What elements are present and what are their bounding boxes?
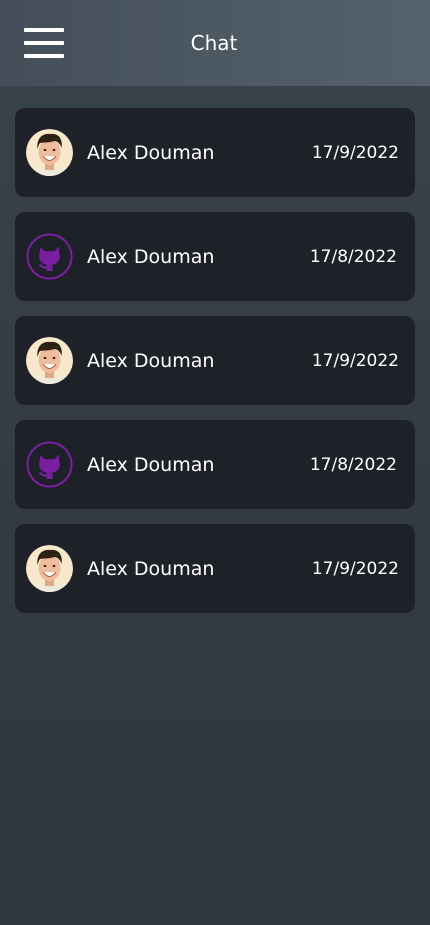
chat-contact-name: Alex Douman bbox=[87, 558, 215, 580]
chat-list-item[interactable]: Alex Douman 17/9/2022 bbox=[15, 524, 415, 613]
person-photo-avatar bbox=[26, 337, 73, 384]
chat-contact-name: Alex Douman bbox=[87, 142, 215, 164]
chat-list-item[interactable]: Alex Douman 17/9/2022 bbox=[15, 108, 415, 197]
chat-contact-name: Alex Douman bbox=[87, 246, 215, 268]
chat-list-item[interactable]: Alex Douman 17/8/2022 bbox=[15, 212, 415, 301]
chat-contact-name: Alex Douman bbox=[87, 350, 215, 372]
github-octocat-icon bbox=[26, 441, 73, 488]
person-photo-avatar bbox=[26, 129, 73, 176]
chat-date: 17/8/2022 bbox=[309, 455, 397, 475]
page-title: Chat bbox=[190, 31, 238, 55]
chat-date: 17/9/2022 bbox=[311, 143, 399, 163]
chat-list-item[interactable]: Alex Douman 17/9/2022 bbox=[15, 316, 415, 405]
chat-date: 17/9/2022 bbox=[311, 351, 399, 371]
github-octocat-icon bbox=[26, 233, 73, 280]
person-photo-avatar bbox=[26, 545, 73, 592]
app-header: Chat bbox=[0, 0, 430, 86]
chat-list: Alex Douman 17/9/2022 Alex Douman 17/8/2… bbox=[15, 108, 415, 628]
chat-contact-name: Alex Douman bbox=[87, 454, 215, 476]
chat-date: 17/9/2022 bbox=[311, 559, 399, 579]
chat-date: 17/8/2022 bbox=[309, 247, 397, 267]
chat-list-item[interactable]: Alex Douman 17/8/2022 bbox=[15, 420, 415, 509]
